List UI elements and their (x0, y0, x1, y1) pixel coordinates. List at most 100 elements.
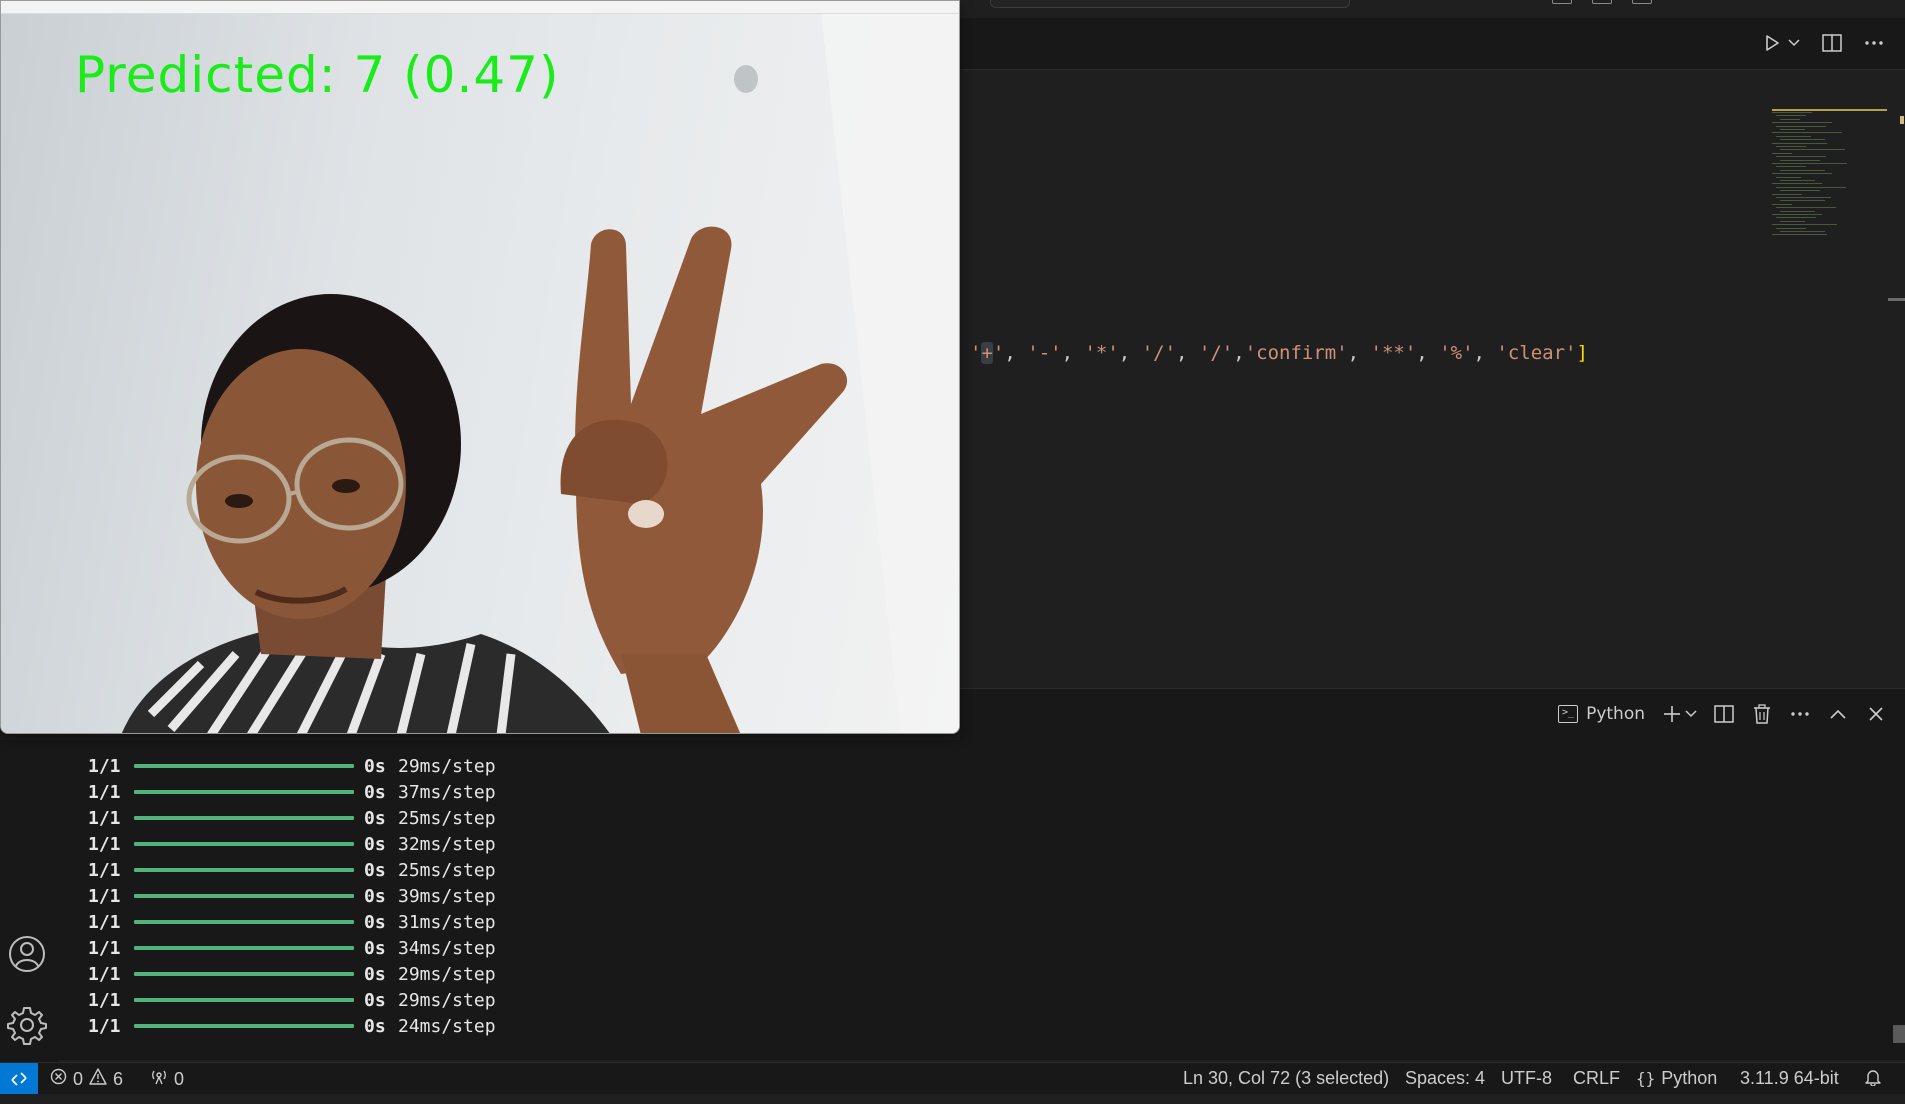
batch-fraction: 1/1 (88, 963, 121, 985)
cursor-position[interactable]: Ln 30, Col 72 (3 selected) (1183, 1068, 1389, 1089)
code-line[interactable]: '+', '-', '*', '/', '/','confirm', '**',… (970, 342, 1588, 364)
sidebar-toggle-icon[interactable] (1632, 0, 1652, 4)
more-icon[interactable] (1789, 703, 1811, 725)
camera-window-titlebar[interactable] (1, 1, 959, 14)
maximize-panel-icon[interactable] (1827, 703, 1849, 725)
webcam-image (121, 14, 959, 733)
settings-gear-icon[interactable] (4, 1002, 50, 1048)
minimap-line (1776, 197, 1831, 198)
terminal-tab-label: Python (1586, 704, 1645, 724)
split-terminal-icon[interactable] (1713, 703, 1735, 725)
code-token: '/' (1198, 342, 1234, 364)
panel-toggle-icon[interactable] (1592, 0, 1612, 4)
command-center[interactable] (990, 0, 1350, 8)
progress-bar (134, 998, 354, 1002)
elapsed-seconds: 0s (364, 1015, 386, 1037)
problems-indicator[interactable]: 0 6 (50, 1068, 123, 1090)
warning-count: 6 (113, 1068, 124, 1089)
accounts-icon[interactable] (4, 931, 50, 977)
elapsed-seconds: 0s (364, 807, 386, 829)
python-interpreter[interactable]: 3.11.9 64-bit (1740, 1068, 1839, 1089)
layout-toggle-icon[interactable] (1552, 0, 1572, 4)
elapsed-seconds: 0s (364, 755, 386, 777)
close-panel-icon[interactable] (1865, 703, 1887, 725)
code-editor[interactable]: '+', '-', '*', '/', '/','confirm', '**',… (960, 104, 1905, 688)
code-token: 'clear' (1496, 342, 1577, 364)
minimap-line (1780, 180, 1815, 181)
terminal-line: 1/1 0s 29ms/step (88, 961, 496, 987)
terminal-line: 1/1 0s 25ms/step (88, 857, 496, 883)
minimap-line (1772, 203, 1792, 205)
broadcast-icon (150, 1068, 168, 1090)
ms-per-step: 25ms/step (398, 859, 496, 881)
encoding[interactable]: UTF-8 (1501, 1068, 1552, 1089)
activity-bar (0, 740, 58, 1062)
elapsed-seconds: 0s (364, 963, 386, 985)
status-bar: 0 6 0 Ln 30, Col 72 (3 selected) Spaces:… (0, 1062, 1905, 1094)
chevron-down-icon[interactable] (1787, 32, 1801, 54)
minimap-line (1776, 146, 1806, 147)
terminal-scrollbar-thumb[interactable] (1893, 1025, 1905, 1043)
panel-actions: >_ Python (1558, 703, 1887, 725)
terminal-line: 1/1 0s 32ms/step (88, 831, 496, 857)
progress-bar (134, 920, 354, 924)
minimap-line (1780, 118, 1800, 120)
more-icon[interactable] (1863, 32, 1885, 54)
camera-window[interactable]: Predicted: 7 (0.47) (0, 0, 960, 734)
ms-per-step: 34ms/step (398, 937, 496, 959)
batch-fraction: 1/1 (88, 859, 121, 881)
run-icon[interactable] (1761, 32, 1783, 54)
panel-header: >_ Python (960, 688, 1905, 740)
title-bar (960, 0, 1905, 18)
minimap-line (1776, 207, 1836, 209)
code-token: ' (970, 342, 982, 364)
editor-actions (1761, 32, 1885, 54)
line-ending[interactable]: CRLF (1573, 1068, 1620, 1089)
progress-bar (134, 972, 354, 976)
minimap-line (1772, 132, 1842, 134)
indentation[interactable]: Spaces: 4 (1405, 1068, 1485, 1089)
ms-per-step: 31ms/step (398, 911, 496, 933)
minimap[interactable] (1772, 104, 1890, 239)
minimap-line (1772, 163, 1847, 164)
language-label: Python (1661, 1068, 1718, 1088)
batch-fraction: 1/1 (88, 911, 121, 933)
minimap-line (1772, 173, 1832, 175)
ports-indicator[interactable]: 0 (150, 1068, 184, 1090)
terminal-line: 1/1 0s 25ms/step (88, 805, 496, 831)
code-token: + (981, 342, 993, 364)
terminal-line: 1/1 0s 31ms/step (88, 909, 496, 935)
notifications-bell-icon[interactable] (1864, 1068, 1882, 1086)
minimap-line (1780, 190, 1820, 192)
chevron-down-icon[interactable] (1685, 703, 1697, 725)
terminal-output[interactable]: 1/1 0s 29ms/step 1/1 0s 37ms/step 1/1 0s 25ms/st… (58, 740, 1905, 1060)
minimap-line (1772, 214, 1822, 215)
minimap-line (1776, 217, 1816, 219)
code-token: '*' (1084, 342, 1119, 364)
new-terminal-icon[interactable] (1661, 703, 1683, 725)
terminal-line: 1/1 0s 29ms/step (88, 753, 496, 779)
minimap-line (1780, 169, 1825, 171)
minimap-line (1772, 234, 1827, 236)
language-mode[interactable]: {} Python (1636, 1068, 1717, 1089)
ports-count: 0 (174, 1068, 185, 1089)
ms-per-step: 25ms/step (398, 807, 496, 829)
trash-icon[interactable] (1751, 703, 1773, 725)
minimap-line (1776, 115, 1806, 117)
editor-scrollbar-thumb[interactable] (1888, 298, 1905, 301)
terminal-line: 1/1 0s 24ms/step (88, 1013, 496, 1039)
terminal-tab[interactable]: >_ Python (1558, 704, 1645, 724)
minimap-line (1780, 210, 1815, 212)
overview-ruler-marker (1900, 116, 1904, 124)
remote-indicator[interactable] (0, 1063, 38, 1094)
split-editor-icon[interactable] (1821, 32, 1843, 54)
batch-fraction: 1/1 (88, 781, 121, 803)
terminal-line: 1/1 0s 34ms/step (88, 935, 496, 961)
code-token: , (1176, 342, 1199, 364)
batch-fraction: 1/1 (88, 937, 121, 959)
batch-fraction: 1/1 (88, 989, 121, 1011)
minimap-line (1780, 159, 1820, 161)
minimap-line (1780, 149, 1845, 151)
elapsed-seconds: 0s (364, 833, 386, 855)
ms-per-step: 24ms/step (398, 1015, 496, 1037)
